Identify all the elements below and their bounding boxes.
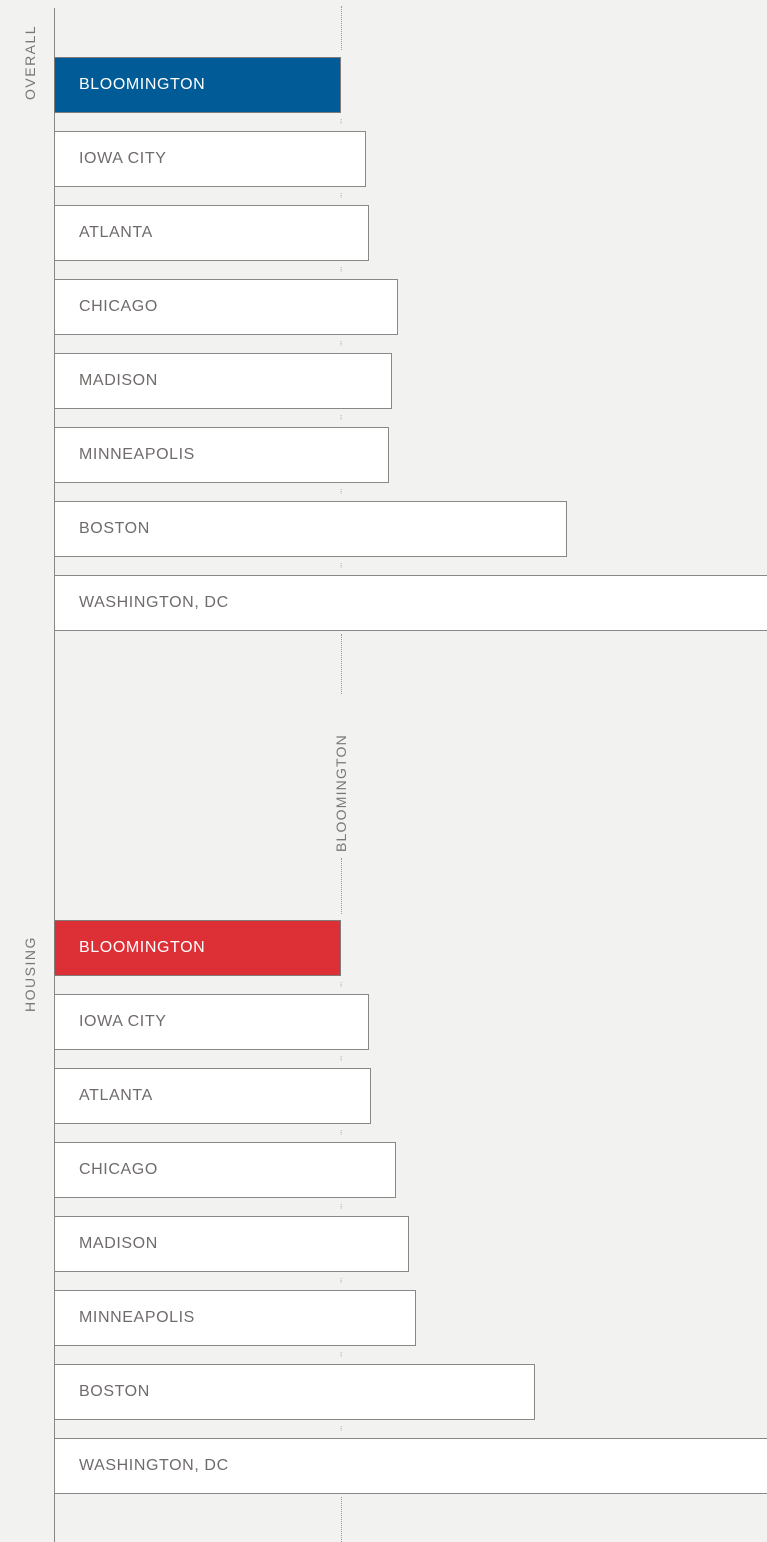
reference-label: BLOOMINGTON bbox=[333, 734, 349, 852]
bar: BOSTON bbox=[54, 501, 567, 557]
bar: WASHINGTON, DC bbox=[54, 1438, 767, 1494]
bar-label: IOWA CITY bbox=[79, 1013, 167, 1030]
bar-label: WASHINGTON, DC bbox=[79, 1457, 229, 1474]
bar-label: CHICAGO bbox=[79, 1161, 158, 1178]
reference-tick: ⁝ bbox=[340, 267, 343, 274]
reference-tick: ⁝ bbox=[340, 563, 343, 570]
reference-tick: ⁝ bbox=[340, 193, 343, 200]
reference-tick: ⁝ bbox=[340, 1352, 343, 1359]
bar-label: ATLANTA bbox=[79, 1087, 153, 1104]
reference-line bbox=[341, 634, 342, 694]
bar-label: MADISON bbox=[79, 372, 158, 389]
bar: CHICAGO bbox=[54, 279, 398, 335]
bar-label: IOWA CITY bbox=[79, 150, 167, 167]
bar: MINNEAPOLIS bbox=[54, 1290, 416, 1346]
bar-label: CHICAGO bbox=[79, 298, 158, 315]
bar-label: ATLANTA bbox=[79, 224, 153, 241]
bar-label: MINNEAPOLIS bbox=[79, 1309, 195, 1326]
bar-label: MADISON bbox=[79, 1235, 158, 1252]
bar-label: BLOOMINGTON bbox=[79, 76, 206, 93]
bar-label: BOSTON bbox=[79, 520, 150, 537]
bar: MADISON bbox=[54, 1216, 409, 1272]
bar: BLOOMINGTON bbox=[54, 57, 341, 113]
bar-label: BOSTON bbox=[79, 1383, 150, 1400]
bar: MINNEAPOLIS bbox=[54, 427, 389, 483]
bar: WASHINGTON, DC bbox=[54, 575, 767, 631]
reference-tick: ⁝ bbox=[340, 1278, 343, 1285]
section-label-housing: HOUSING bbox=[22, 936, 38, 1012]
bar-label: BLOOMINGTON bbox=[79, 939, 206, 956]
reference-tick: ⁝ bbox=[340, 1204, 343, 1211]
bar: IOWA CITY bbox=[54, 131, 366, 187]
reference-tick: ⁝ bbox=[340, 982, 343, 989]
bar: MADISON bbox=[54, 353, 392, 409]
bar: BOSTON bbox=[54, 1364, 535, 1420]
reference-tick: ⁝ bbox=[340, 1426, 343, 1433]
reference-tick: ⁝ bbox=[340, 415, 343, 422]
bar: IOWA CITY bbox=[54, 994, 369, 1050]
cost-comparison-chart: BLOOMINGTON OVERALL BLOOMINGTON ⁝ IOWA CITY ⁝… bbox=[0, 0, 767, 1542]
reference-line bbox=[341, 6, 342, 50]
reference-tick: ⁝ bbox=[340, 1056, 343, 1063]
reference-line bbox=[341, 1497, 342, 1542]
reference-line bbox=[341, 858, 342, 914]
reference-tick: ⁝ bbox=[340, 119, 343, 126]
bar-label: WASHINGTON, DC bbox=[79, 594, 229, 611]
bar-label: MINNEAPOLIS bbox=[79, 446, 195, 463]
reference-tick: ⁝ bbox=[340, 1130, 343, 1137]
section-label-overall: OVERALL bbox=[22, 24, 38, 100]
reference-tick: ⁝ bbox=[340, 341, 343, 348]
bar: BLOOMINGTON bbox=[54, 920, 341, 976]
bar: ATLANTA bbox=[54, 205, 369, 261]
reference-tick: ⁝ bbox=[340, 489, 343, 496]
bar: CHICAGO bbox=[54, 1142, 396, 1198]
bar: ATLANTA bbox=[54, 1068, 371, 1124]
